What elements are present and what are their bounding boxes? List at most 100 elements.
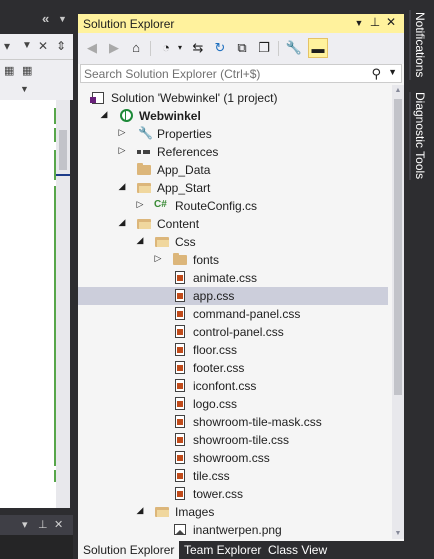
tree-item[interactable]: App_Data: [78, 161, 388, 179]
tree-item[interactable]: app.css: [78, 287, 388, 305]
dropdown-icon[interactable]: ▼: [58, 14, 67, 24]
wrench-icon: 🔧: [138, 126, 153, 140]
css-file-icon: [172, 360, 188, 376]
collapse-all-icon[interactable]: ⧉: [232, 38, 252, 58]
panel-title: Solution Explorer: [83, 17, 175, 31]
tree-item[interactable]: logo.css: [78, 395, 388, 413]
tree-item-label: app.css: [193, 289, 235, 303]
split-icon[interactable]: ⇕: [56, 39, 66, 53]
tree-item[interactable]: ◢ Content: [78, 215, 388, 233]
tree-item[interactable]: tower.css: [78, 485, 388, 503]
tree-item[interactable]: showroom.css: [78, 449, 388, 467]
tab-team-explorer[interactable]: Team Explorer: [179, 541, 266, 559]
tree-item[interactable]: showroom-tile-mask.css: [78, 413, 388, 431]
tree-item[interactable]: ▷ 🔧 Properties: [78, 125, 388, 143]
sync-icon[interactable]: ⇆: [188, 38, 208, 58]
tree-item[interactable]: Solution 'Webwinkel' (1 project): [78, 89, 388, 107]
tree-item-label: command-panel.css: [193, 307, 301, 321]
collapsed-arrow-icon[interactable]: ▷: [134, 199, 146, 210]
tree-item[interactable]: ▷ References: [78, 143, 388, 161]
tree-item[interactable]: control-panel.css: [78, 323, 388, 341]
tree-item-label: iconfont.css: [193, 379, 257, 393]
tree-item[interactable]: ◢ Webwinkel: [78, 107, 388, 125]
expanded-arrow-icon[interactable]: ◢: [134, 235, 146, 246]
dropdown-icon[interactable]: ▼: [352, 18, 366, 28]
tree-item-label: Properties: [157, 127, 212, 141]
close-icon[interactable]: ✕: [54, 518, 63, 531]
expanded-arrow-icon[interactable]: ◢: [98, 109, 110, 120]
tree-item[interactable]: iconfont.css: [78, 377, 388, 395]
tab-diagnostic-tools[interactable]: Diagnostic Tools: [413, 92, 427, 179]
tree-item[interactable]: ▷ C# RouteConfig.cs: [78, 197, 388, 215]
bottom-tab-strip: Solution Explorer Team Explorer Class Vi…: [78, 541, 404, 559]
tree-item[interactable]: tile.css: [78, 467, 388, 485]
dropdown-icon[interactable]: ▾: [170, 38, 190, 58]
tab-indicator: [409, 92, 411, 180]
code-editor-area[interactable]: [0, 100, 56, 508]
collapsed-arrow-icon[interactable]: ▷: [152, 253, 164, 264]
tree-item-label: fonts: [193, 253, 220, 267]
bottom-panel: [0, 535, 73, 559]
search-box[interactable]: ⚲ ▼: [80, 64, 402, 83]
tree-scrollbar[interactable]: ▲ ▼: [392, 85, 404, 539]
tree-item[interactable]: ◢ Css: [78, 233, 388, 251]
overflow-icon[interactable]: «: [42, 11, 49, 26]
tree-item[interactable]: floor.css: [78, 341, 388, 359]
search-input[interactable]: [81, 65, 371, 82]
collapsed-arrow-icon[interactable]: ▷: [116, 127, 128, 138]
back-icon[interactable]: ◀: [82, 38, 102, 58]
forward-icon[interactable]: ▶: [104, 38, 124, 58]
tree-item[interactable]: footer.css: [78, 359, 388, 377]
tab-notifications[interactable]: Notifications: [413, 12, 427, 77]
format-icon[interactable]: ▦: [4, 64, 14, 77]
tree-item-label: RouteConfig.cs: [175, 199, 258, 213]
tree-item-label: showroom.css: [193, 451, 270, 465]
expanded-arrow-icon[interactable]: ◢: [116, 181, 128, 192]
panel-title-bar[interactable]: Solution Explorer ▼ ⊥ ✕: [78, 14, 404, 33]
collapsed-arrow-icon[interactable]: ▷: [116, 145, 128, 156]
scroll-thumb[interactable]: [59, 130, 67, 170]
tree-item[interactable]: animate.css: [78, 269, 388, 287]
dropdown-icon[interactable]: ▼: [20, 84, 29, 94]
tree-item-label: Css: [175, 235, 196, 249]
web-project-icon: [118, 108, 134, 124]
left-pane-toolbar-secondary: ▦ ▦ ▼: [0, 60, 73, 100]
css-file-icon: [172, 414, 188, 430]
tree-item[interactable]: showroom-tile.css: [78, 431, 388, 449]
home-icon[interactable]: ⌂: [126, 38, 146, 58]
scroll-up-icon[interactable]: ▲: [393, 87, 403, 94]
search-icon[interactable]: ⚲: [371, 66, 381, 82]
show-all-files-icon[interactable]: ❐: [254, 38, 274, 58]
solution-explorer-toolbar: ◀ ▶ ⌂ ◔ ▾ ⇆ ↻ ⧉ ❐ 🔧 ▬: [78, 33, 404, 64]
editor-scrollbar[interactable]: [56, 100, 70, 508]
tree-item[interactable]: ▷ fonts: [78, 251, 388, 269]
tab-class-view[interactable]: Class View: [263, 541, 332, 559]
scroll-thumb[interactable]: [394, 99, 402, 395]
tree-item-label: Content: [157, 217, 200, 231]
tree-item-label: tile.css: [193, 469, 230, 483]
scroll-down-icon[interactable]: ▼: [393, 530, 403, 537]
dropdown-icon[interactable]: ▾: [22, 518, 28, 531]
pin-icon[interactable]: ⊥: [368, 15, 382, 29]
properties-wrench-icon[interactable]: 🔧: [284, 38, 304, 58]
tree-item[interactable]: ◢ Images: [78, 503, 388, 521]
chevron-down-icon[interactable]: ▾: [4, 39, 10, 53]
tree-item[interactable]: ◢ App_Start: [78, 179, 388, 197]
format-icon[interactable]: ▦: [22, 64, 32, 77]
tab-indicator: [409, 10, 411, 80]
pin-icon[interactable]: ⊥: [38, 518, 48, 531]
search-options-dropdown-icon[interactable]: ▼: [388, 67, 397, 77]
tree-item[interactable]: command-panel.css: [78, 305, 388, 323]
refresh-icon[interactable]: ↻: [210, 38, 230, 58]
css-file-icon: [172, 396, 188, 412]
css-file-icon: [172, 468, 188, 484]
preview-selected-icon[interactable]: ▬: [308, 38, 328, 58]
tab-solution-explorer[interactable]: Solution Explorer: [78, 541, 180, 559]
css-file-icon: [172, 342, 188, 358]
expanded-arrow-icon[interactable]: ◢: [134, 505, 146, 516]
tree-item[interactable]: inantwerpen.png: [78, 521, 388, 539]
close-icon[interactable]: ✕: [384, 15, 398, 29]
close-icon[interactable]: ✕: [38, 39, 48, 53]
dropdown-icon[interactable]: ▼: [22, 40, 32, 51]
expanded-arrow-icon[interactable]: ◢: [116, 217, 128, 228]
